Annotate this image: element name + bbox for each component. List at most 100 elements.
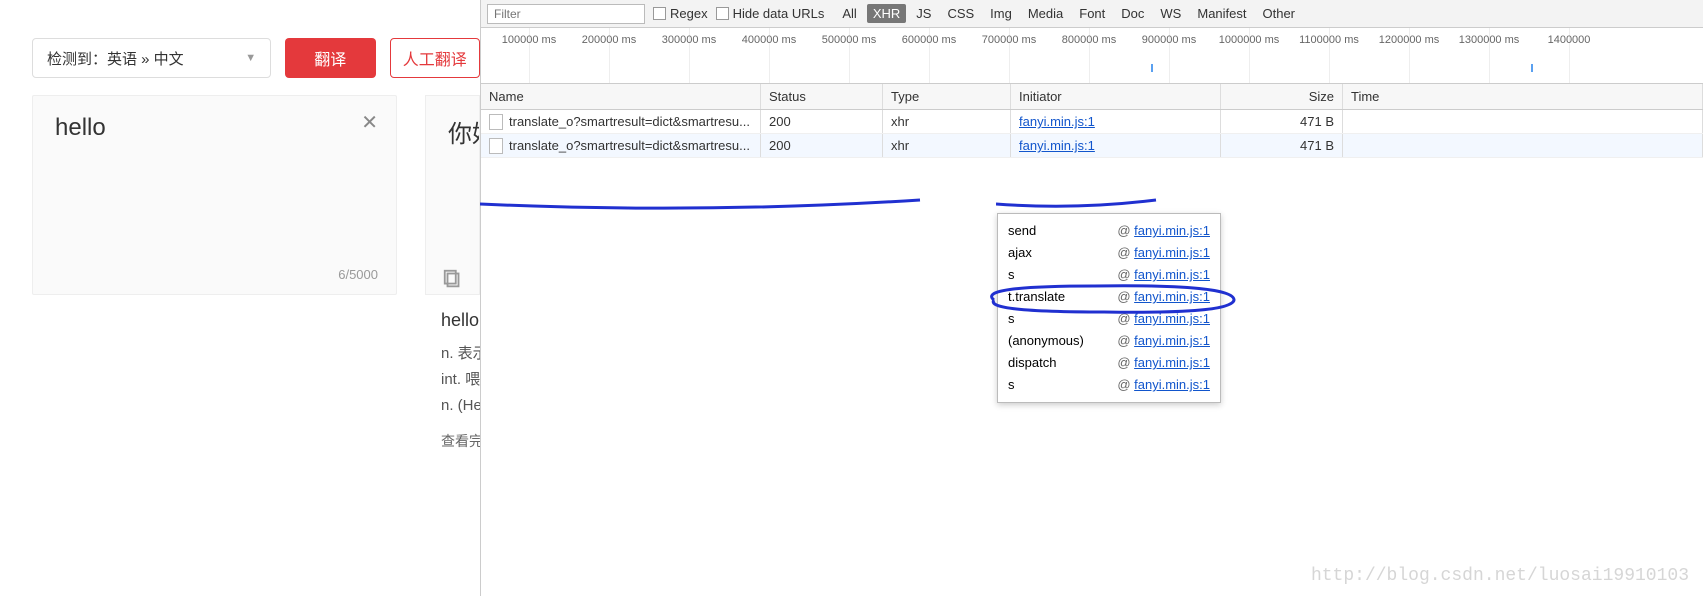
- file-icon: [489, 138, 503, 154]
- timeline-tick: 700000 ms: [982, 34, 1036, 46]
- request-type: xhr: [883, 134, 1011, 157]
- col-time[interactable]: Time: [1343, 84, 1703, 109]
- callstack-fn: t.translate: [1008, 286, 1065, 308]
- col-size[interactable]: Size: [1221, 84, 1343, 109]
- callstack-src-link[interactable]: fanyi.min.js:1: [1134, 333, 1210, 348]
- filter-tab-all[interactable]: All: [836, 4, 862, 23]
- col-type[interactable]: Type: [883, 84, 1011, 109]
- close-icon[interactable]: ✕: [361, 110, 378, 135]
- timeline-tick: 900000 ms: [1142, 34, 1196, 46]
- dictionary-block: hello n. 表示 int. 喂 n. (He 查看完: [441, 310, 481, 451]
- network-table-header: Name Status Type Initiator Size Time: [481, 84, 1703, 110]
- filter-tab-media[interactable]: Media: [1022, 4, 1069, 23]
- callstack-row: s@ fanyi.min.js:1: [1008, 374, 1210, 396]
- filter-tab-doc[interactable]: Doc: [1115, 4, 1150, 23]
- dict-more[interactable]: 查看完: [441, 431, 481, 451]
- language-label: 检测到：英语 » 中文: [47, 48, 184, 69]
- timeline-tick: 400000 ms: [742, 34, 796, 46]
- timeline-tick: 1400000: [1548, 34, 1591, 46]
- callstack-src-link[interactable]: fanyi.min.js:1: [1134, 223, 1210, 238]
- callstack-src-link[interactable]: fanyi.min.js:1: [1134, 311, 1210, 326]
- filter-tab-img[interactable]: Img: [984, 4, 1018, 23]
- callstack-src-link[interactable]: fanyi.min.js:1: [1134, 267, 1210, 282]
- initiator-link[interactable]: fanyi.min.js:1: [1019, 138, 1095, 153]
- lang-bar: 检测到：英语 » 中文 ▼ 翻译 人工翻译: [0, 0, 480, 78]
- callstack-fn: s: [1008, 308, 1015, 330]
- filter-tab-other[interactable]: Other: [1257, 4, 1302, 23]
- initiator-link[interactable]: fanyi.min.js:1: [1019, 114, 1095, 129]
- callstack-src-link[interactable]: fanyi.min.js:1: [1134, 377, 1210, 392]
- filter-tab-ws[interactable]: WS: [1154, 4, 1187, 23]
- source-text: hello: [55, 114, 374, 142]
- callstack-fn: send: [1008, 220, 1036, 242]
- callstack-row: s@ fanyi.min.js:1: [1008, 264, 1210, 286]
- callstack-src-link[interactable]: fanyi.min.js:1: [1134, 355, 1210, 370]
- network-table-body: translate_o?smartresult=dict&smartresu..…: [481, 110, 1703, 158]
- timeline-tick: 1300000 ms: [1459, 34, 1520, 46]
- timeline-tick: 200000 ms: [582, 34, 636, 46]
- callstack-row: send@ fanyi.min.js:1: [1008, 220, 1210, 242]
- translate-panel: 检测到：英语 » 中文 ▼ 翻译 人工翻译 hello ✕ 6/5000 你好 …: [0, 0, 480, 596]
- initiator-callstack-popup: send@ fanyi.min.js:1ajax@ fanyi.min.js:1…: [997, 213, 1221, 403]
- callstack-src-link[interactable]: fanyi.min.js:1: [1134, 289, 1210, 304]
- callstack-fn: s: [1008, 374, 1015, 396]
- timeline-tick: 1200000 ms: [1379, 34, 1440, 46]
- human-translate-button[interactable]: 人工翻译: [390, 38, 480, 78]
- dict-headword: hello: [441, 310, 481, 331]
- filter-tab-js[interactable]: JS: [910, 4, 937, 23]
- hide-data-urls-checkbox[interactable]: Hide data URLs: [716, 6, 825, 21]
- request-marker-icon: [1531, 64, 1533, 72]
- callstack-row: s@ fanyi.min.js:1: [1008, 308, 1210, 330]
- timeline-tick: 500000 ms: [822, 34, 876, 46]
- translate-button[interactable]: 翻译: [285, 38, 375, 78]
- request-size: 471 B: [1221, 110, 1343, 133]
- type-filter-tabs: All XHRJSCSSImgMediaFontDocWSManifest Othe…: [836, 4, 1301, 23]
- timeline-tick: 100000 ms: [502, 34, 556, 46]
- regex-checkbox[interactable]: Regex: [653, 6, 708, 21]
- callstack-row: ajax@ fanyi.min.js:1: [1008, 242, 1210, 264]
- col-name[interactable]: Name: [481, 84, 761, 109]
- dict-line: n. (He: [441, 393, 481, 419]
- callstack-row: t.translate@ fanyi.min.js:1: [1008, 286, 1210, 308]
- dict-line: n. 表示: [441, 341, 481, 367]
- chevron-down-icon: ▼: [245, 52, 256, 64]
- col-status[interactable]: Status: [761, 84, 883, 109]
- filter-bar: Regex Hide data URLs All XHRJSCSSImgMedia…: [481, 0, 1703, 28]
- callstack-fn: ajax: [1008, 242, 1032, 264]
- request-name: translate_o?smartresult=dict&smartresu..…: [509, 114, 750, 129]
- filter-input[interactable]: [487, 4, 645, 24]
- source-card[interactable]: hello ✕ 6/5000: [32, 95, 397, 295]
- result-text: 你好: [448, 114, 457, 149]
- request-time: [1343, 110, 1703, 133]
- timeline-tick: 800000 ms: [1062, 34, 1116, 46]
- request-type: xhr: [883, 110, 1011, 133]
- table-row[interactable]: translate_o?smartresult=dict&smartresu..…: [481, 110, 1703, 134]
- request-name: translate_o?smartresult=dict&smartresu..…: [509, 138, 750, 153]
- watermark: http://blog.csdn.net/luosai19910103: [1311, 566, 1689, 586]
- language-select[interactable]: 检测到：英语 » 中文 ▼: [32, 38, 271, 78]
- copy-icon[interactable]: [442, 268, 464, 290]
- request-marker-icon: [1151, 64, 1153, 72]
- dict-line: int. 喂: [441, 367, 481, 393]
- char-counter: 6/5000: [338, 267, 378, 282]
- timeline-tick: 1100000 ms: [1299, 34, 1359, 46]
- filter-tab-css[interactable]: CSS: [941, 4, 980, 23]
- col-initiator[interactable]: Initiator: [1011, 84, 1221, 109]
- table-row[interactable]: translate_o?smartresult=dict&smartresu..…: [481, 134, 1703, 158]
- callstack-fn: s: [1008, 264, 1015, 286]
- request-status: 200: [761, 110, 883, 133]
- filter-tab-xhr[interactable]: XHR: [867, 4, 906, 23]
- devtools-network: Regex Hide data URLs All XHRJSCSSImgMedia…: [480, 0, 1703, 596]
- callstack-src-link[interactable]: fanyi.min.js:1: [1134, 245, 1210, 260]
- timeline-tick: 600000 ms: [902, 34, 956, 46]
- request-size: 471 B: [1221, 134, 1343, 157]
- filter-tab-manifest[interactable]: Manifest: [1191, 4, 1252, 23]
- callstack-fn: dispatch: [1008, 352, 1056, 374]
- callstack-row: (anonymous)@ fanyi.min.js:1: [1008, 330, 1210, 352]
- callstack-row: dispatch@ fanyi.min.js:1: [1008, 352, 1210, 374]
- request-status: 200: [761, 134, 883, 157]
- timeline-tick: 1000000 ms: [1219, 34, 1280, 46]
- filter-tab-font[interactable]: Font: [1073, 4, 1111, 23]
- timeline-tick: 300000 ms: [662, 34, 716, 46]
- timeline[interactable]: 100000 ms 200000 ms 300000 ms 400000 ms 5000…: [481, 28, 1703, 84]
